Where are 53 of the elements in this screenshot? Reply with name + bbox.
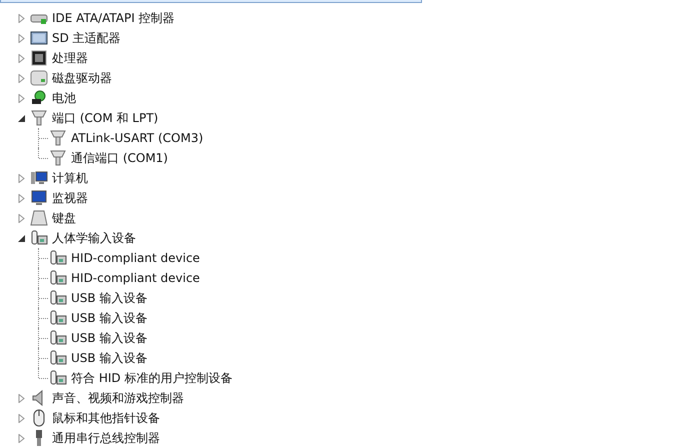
disk-drive-icon xyxy=(30,69,48,87)
tree-item-label[interactable]: 声音、视频和游戏控制器 xyxy=(52,390,184,406)
monitor-icon xyxy=(30,189,48,207)
expand-arrow-icon[interactable] xyxy=(17,214,26,222)
expand-arrow-icon[interactable] xyxy=(17,194,26,202)
tree-item-label[interactable]: IDE ATA/ATAPI 控制器 xyxy=(52,10,175,26)
input-device-icon xyxy=(49,329,67,347)
tree-item-label[interactable]: 磁盘驱动器 xyxy=(52,70,112,86)
expand-arrow-icon[interactable] xyxy=(17,414,26,422)
expand-arrow-icon[interactable] xyxy=(17,394,26,402)
tree-item-label[interactable]: 鼠标和其他指针设备 xyxy=(52,410,160,426)
input-device-icon xyxy=(49,269,67,287)
expand-arrow-icon[interactable] xyxy=(17,94,26,102)
port-connector-icon xyxy=(30,109,48,127)
tree-item-label[interactable]: 电池 xyxy=(52,90,76,106)
expand-arrow-icon[interactable] xyxy=(17,174,26,182)
expand-arrow-icon[interactable] xyxy=(17,74,26,82)
expand-arrow-icon[interactable] xyxy=(17,34,26,42)
tree-item-label[interactable]: USB 输入设备 xyxy=(71,330,148,346)
battery-plug-icon xyxy=(30,89,48,107)
input-device-icon xyxy=(49,249,67,267)
tree-item-label[interactable]: 处理器 xyxy=(52,50,88,66)
tree-item-label[interactable]: 端口 (COM 和 LPT) xyxy=(52,110,158,126)
tree-item-label[interactable]: 符合 HID 标准的用户控制设备 xyxy=(71,370,232,386)
port-connector-icon xyxy=(49,129,67,147)
input-device-icon xyxy=(49,289,67,307)
tree-item-label[interactable]: 计算机 xyxy=(52,170,88,186)
tree-item-label[interactable]: HID-compliant device xyxy=(71,271,200,285)
tree-item-label[interactable]: 人体学输入设备 xyxy=(52,230,136,246)
input-device-icon xyxy=(30,229,48,247)
collapse-arrow-icon[interactable] xyxy=(17,114,26,122)
card-reader-icon xyxy=(30,29,48,47)
keyboard-icon xyxy=(30,209,48,227)
expand-arrow-icon[interactable] xyxy=(17,434,26,442)
input-device-icon xyxy=(49,309,67,327)
port-connector-icon xyxy=(49,149,67,167)
input-device-icon xyxy=(49,349,67,367)
tree-item-label[interactable]: USB 输入设备 xyxy=(71,310,148,326)
tree-item-label[interactable]: 监视器 xyxy=(52,190,88,206)
input-device-icon xyxy=(49,369,67,387)
tree-item-label[interactable]: HID-compliant device xyxy=(71,251,200,265)
tree-item-label[interactable]: SD 主适配器 xyxy=(52,30,121,46)
tree-item-label[interactable]: ATLink-USART (COM3) xyxy=(71,131,204,145)
computer-icon xyxy=(30,169,48,187)
tree-item-label[interactable]: 键盘 xyxy=(52,210,76,226)
tree-item-label[interactable]: 通用串行总线控制器 xyxy=(52,430,160,446)
expand-arrow-icon[interactable] xyxy=(17,14,26,22)
tree-item-label[interactable]: USB 输入设备 xyxy=(71,290,148,306)
tree-item-label[interactable]: 通信端口 (COM1) xyxy=(71,150,168,166)
chip-icon xyxy=(30,49,48,67)
expand-arrow-icon[interactable] xyxy=(17,54,26,62)
tree-item-label[interactable]: USB 输入设备 xyxy=(71,350,148,366)
collapse-arrow-icon[interactable] xyxy=(17,234,26,242)
